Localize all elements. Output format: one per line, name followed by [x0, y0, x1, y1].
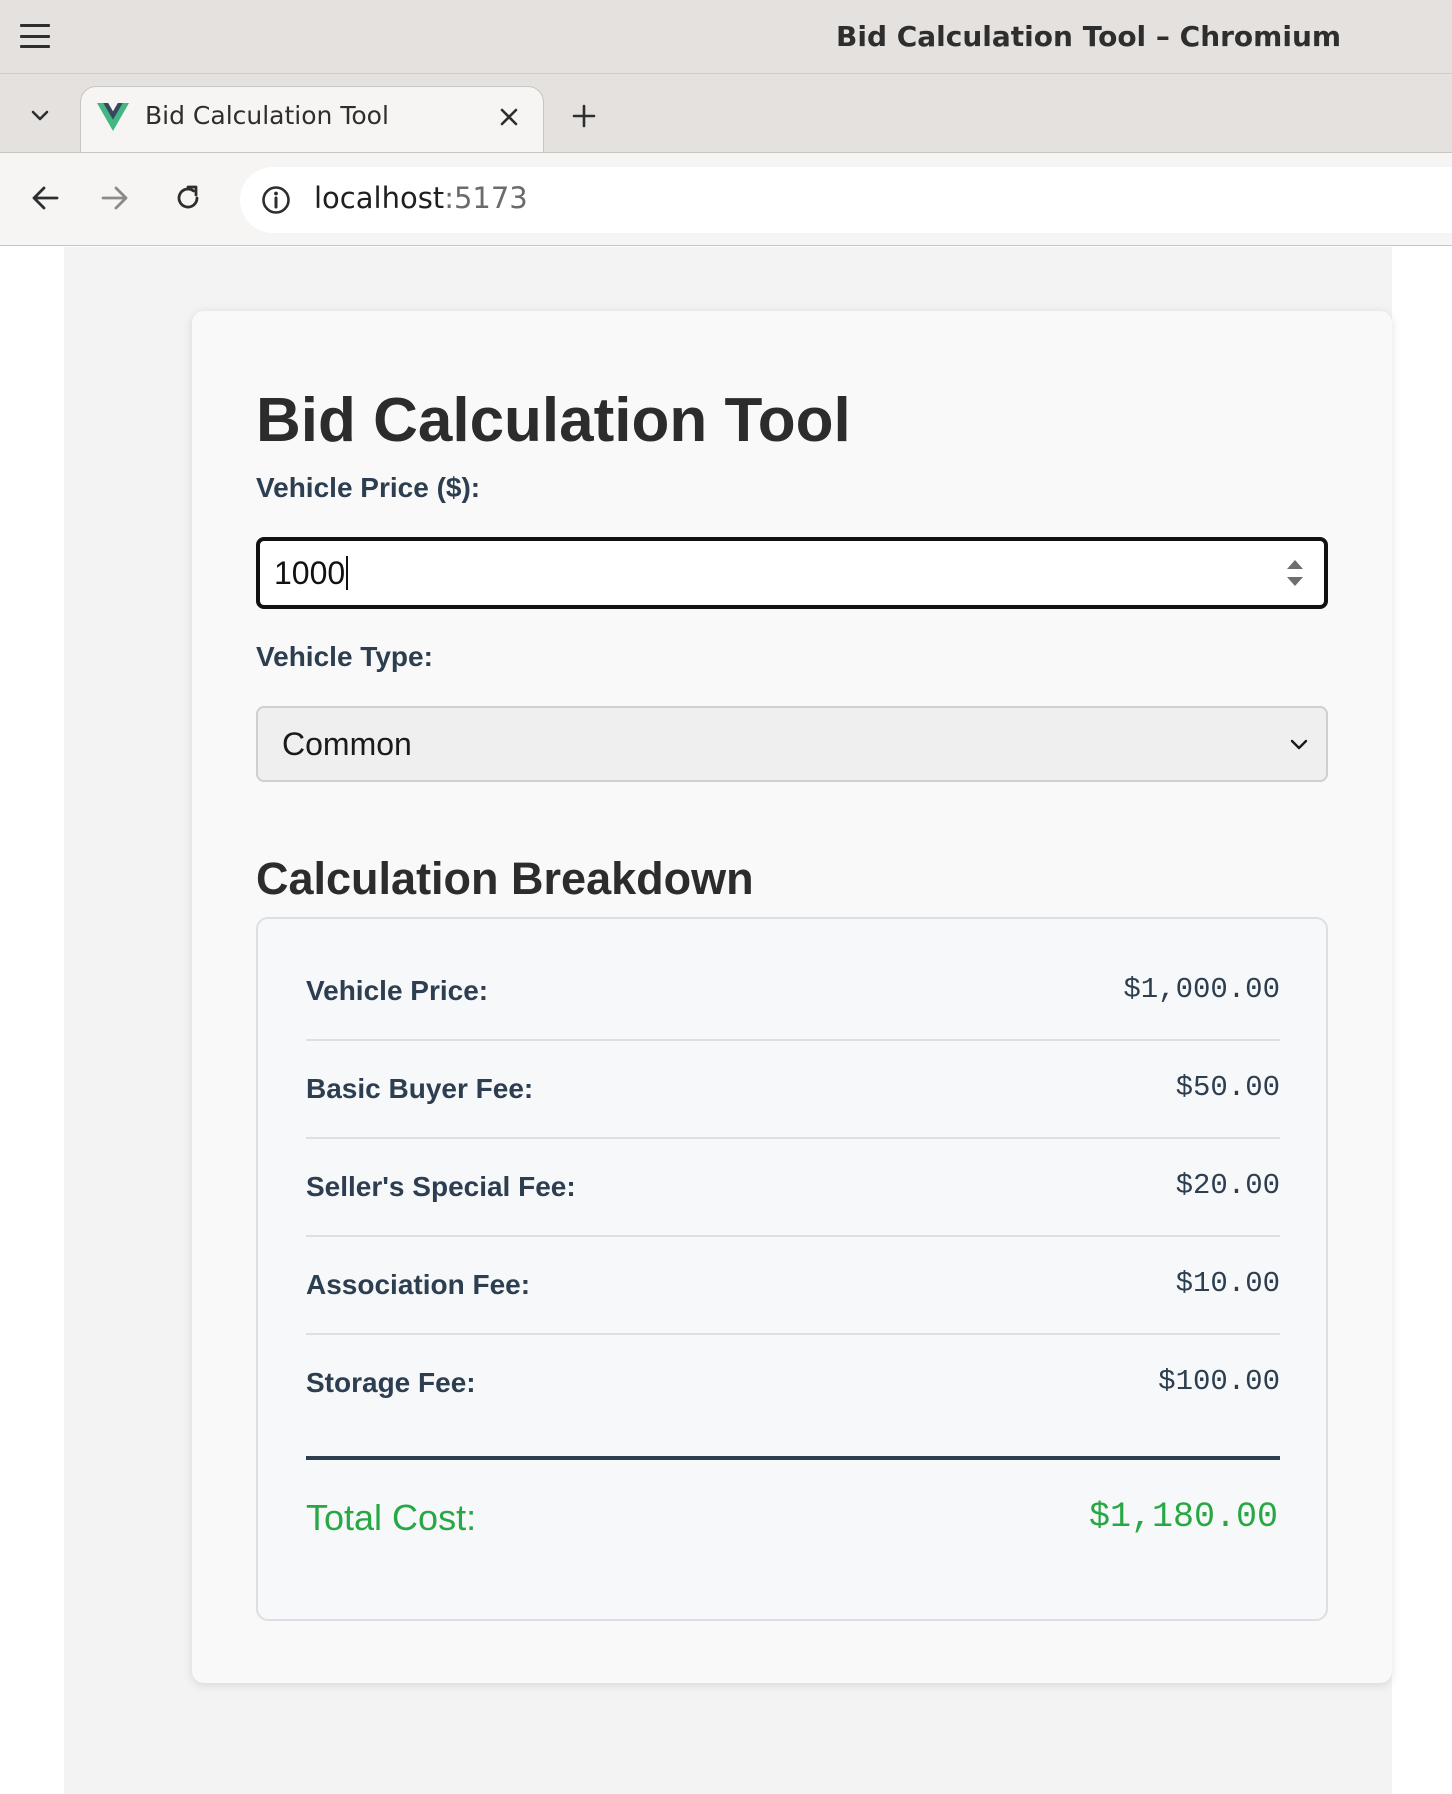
chevron-down-icon [1288, 734, 1310, 756]
reload-icon[interactable] [165, 175, 211, 221]
breakdown-value: $50.00 [1175, 1071, 1280, 1104]
breakdown-value: $10.00 [1175, 1267, 1280, 1300]
address-bar[interactable]: localhost:5173 [240, 167, 1452, 233]
breakdown-panel: Vehicle Price: $1,000.00 Basic Buyer Fee… [256, 917, 1328, 1621]
forward-arrow-icon[interactable] [92, 175, 138, 221]
breakdown-value: $100.00 [1158, 1365, 1280, 1398]
url-text: localhost:5173 [314, 181, 528, 215]
breakdown-label: Association Fee: [306, 1269, 531, 1300]
vehicle-price-input[interactable]: 1000 [256, 537, 1328, 609]
tab-list-chevron-icon[interactable] [20, 96, 60, 136]
hamburger-menu-icon[interactable] [20, 22, 50, 50]
new-tab-plus-icon[interactable] [562, 94, 606, 138]
browser-toolbar: localhost:5173 [0, 152, 1452, 246]
page-title: Bid Calculation Tool [256, 386, 851, 455]
site-info-icon[interactable] [260, 184, 292, 216]
breakdown-value: $20.00 [1175, 1169, 1280, 1202]
window-titlebar: Bid Calculation Tool – Chromium [0, 0, 1452, 74]
breakdown-label: Seller's Special Fee: [306, 1171, 576, 1202]
url-port: :5173 [444, 181, 528, 215]
total-cost-value: $1,180.00 [1088, 1497, 1278, 1537]
back-arrow-icon[interactable] [22, 175, 68, 221]
tab-strip: Bid Calculation Tool [0, 74, 1452, 164]
total-cost-label: Total Cost: [306, 1497, 477, 1538]
vehicle-type-select[interactable]: Common [256, 706, 1328, 782]
window-title: Bid Calculation Tool – Chromium [836, 20, 1342, 53]
breakdown-row-sellers-special-fee: Seller's Special Fee: $20.00 [306, 1139, 1280, 1237]
breakdown-row-basic-buyer-fee: Basic Buyer Fee: $50.00 [306, 1041, 1280, 1139]
url-host: localhost [314, 181, 445, 215]
calculator-card: Bid Calculation Tool Vehicle Price ($): … [192, 311, 1392, 1683]
breakdown-row-vehicle-price: Vehicle Price: $1,000.00 [306, 943, 1280, 1041]
page-viewport: Bid Calculation Tool Vehicle Price ($): … [0, 247, 1452, 1794]
breakdown-title: Calculation Breakdown [256, 853, 754, 904]
tab-title: Bid Calculation Tool [145, 101, 389, 130]
total-divider [306, 1456, 1280, 1460]
breakdown-label: Basic Buyer Fee: [306, 1073, 534, 1104]
breakdown-row-association-fee: Association Fee: $10.00 [306, 1237, 1280, 1335]
vehicle-type-label: Vehicle Type: [256, 641, 433, 672]
breakdown-value: $1,000.00 [1123, 973, 1280, 1006]
app-background: Bid Calculation Tool Vehicle Price ($): … [64, 247, 1392, 1794]
number-spinner-icon[interactable] [1284, 555, 1306, 591]
breakdown-row-storage-fee: Storage Fee: $100.00 [306, 1335, 1280, 1433]
breakdown-label: Vehicle Price: [306, 975, 489, 1006]
vue-logo-icon [97, 103, 129, 131]
vehicle-price-label: Vehicle Price ($): [256, 472, 481, 503]
tab-close-icon[interactable] [493, 101, 525, 133]
vehicle-price-value: 1000 [274, 555, 349, 592]
breakdown-label: Storage Fee: [306, 1367, 476, 1398]
vehicle-type-selected: Common [282, 726, 412, 762]
